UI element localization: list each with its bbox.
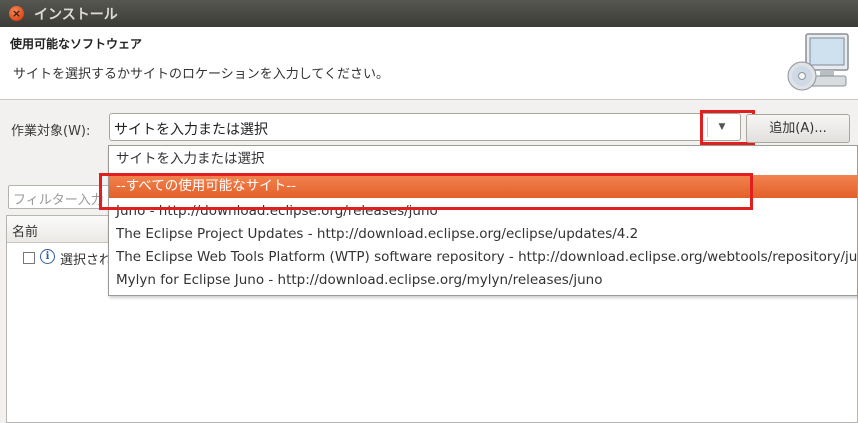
work-with-input[interactable]: サイトを入力または選択 [114,119,268,139]
add-button[interactable]: 追加(A)... [746,114,850,143]
window-title: インストール [34,7,118,23]
dropdown-item[interactable]: The Eclipse Project Updates - http://dow… [109,223,857,246]
title-bar: × インストール [0,0,858,27]
wizard-header: 使用可能なソフトウェア サイトを選択するかサイトのロケーションを入力してください… [0,27,858,100]
monitor-cd-icon [787,33,849,91]
work-with-label: 作業対象(W): [11,124,91,139]
site-dropdown-list: サイトを入力または選択 --すべての使用可能なサイト-- Juno - http… [108,145,858,296]
page-description: サイトを選択するかサイトのロケーションを入力してください。 [13,67,389,82]
column-header-label: 名前 [12,225,39,240]
info-icon: i [40,249,55,264]
row-checkbox[interactable] [23,252,35,264]
dropdown-item[interactable]: Mylyn for Eclipse Juno - http://download… [109,269,857,292]
close-icon: × [11,7,22,20]
highlight-box-selection [99,173,753,210]
filter-input[interactable]: フィルター入力 [8,185,113,209]
page-title: 使用可能なソフトウェア [10,37,143,51]
work-with-combo[interactable]: サイトを入力または選択 ▼ [109,113,741,141]
dropdown-item[interactable]: The Eclipse Web Tools Platform (WTP) sof… [109,246,857,269]
dropdown-item[interactable]: サイトを入力または選択 [109,148,857,171]
filter-placeholder: フィルター入力 [13,193,104,208]
close-button[interactable]: × [9,6,24,21]
